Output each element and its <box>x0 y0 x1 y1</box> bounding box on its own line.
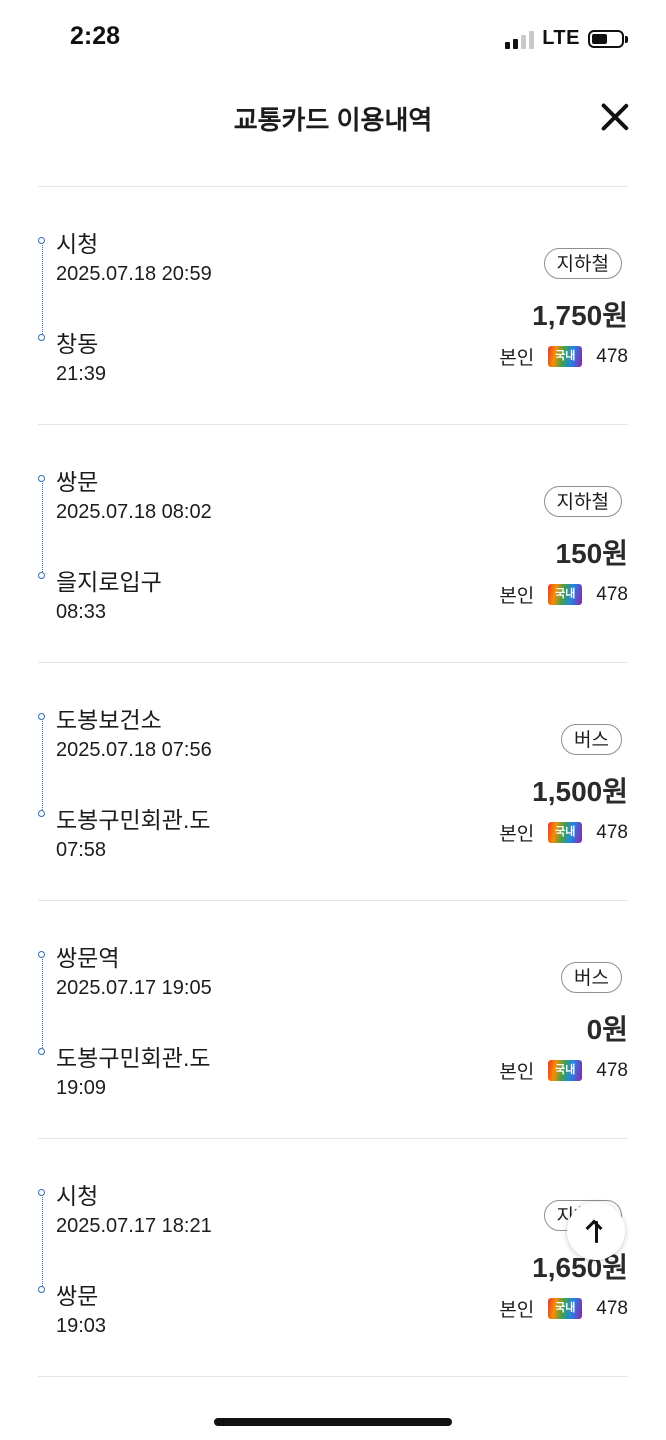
card-icon: 국내 <box>548 1060 583 1081</box>
transport-mode-badge: 지하철 <box>543 248 622 279</box>
destination-stop: 을지로입구 <box>56 569 162 595</box>
card-holder: 본인 <box>499 586 535 607</box>
trip-row[interactable]: 도봉보건소 2025.07.18 07:56 도봉구민회관.도 07:58 버스… <box>38 663 628 901</box>
origin-dot-icon <box>38 237 45 244</box>
battery-level <box>592 33 607 44</box>
scroll-to-top-button[interactable] <box>567 1202 625 1260</box>
fare-amount: 1,500원 <box>532 776 628 807</box>
card-icon: 국내 <box>548 822 583 843</box>
card-holder: 본인 <box>499 1062 535 1083</box>
transport-mode-badge: 지하철 <box>543 486 622 517</box>
card-info: 본인 국내 478 <box>499 343 628 370</box>
origin-datetime: 2025.07.18 08:02 <box>56 501 212 523</box>
card-icon: 국내 <box>548 584 583 605</box>
origin-stop: 쌍문역 <box>56 945 120 971</box>
trip-row[interactable]: 시청 2025.07.17 18:21 쌍문 19:03 지하철 1,650원 … <box>38 1139 628 1377</box>
destination-stop: 쌍문 <box>56 1283 99 1309</box>
home-indicator[interactable] <box>214 1418 452 1426</box>
route-timeline <box>38 1189 46 1293</box>
route-timeline <box>38 951 46 1055</box>
route-timeline <box>38 237 46 341</box>
trip-list: 시청 2025.07.18 20:59 창동 21:39 지하철 1,750원 … <box>38 186 628 1377</box>
route-timeline <box>38 713 46 817</box>
close-icon[interactable] <box>598 100 632 134</box>
card-icon: 국내 <box>548 1298 583 1319</box>
network-label: LTE <box>542 27 580 49</box>
destination-stop: 도봉구민회관.도 <box>56 1045 211 1071</box>
status-bar: 2:28 LTE <box>0 0 666 76</box>
header: 교통카드 이용내역 <box>0 86 666 146</box>
origin-dot-icon <box>38 1189 45 1196</box>
destination-time: 19:03 <box>56 1315 107 1337</box>
card-info: 본인 국내 478 <box>499 1057 628 1084</box>
origin-stop: 도봉보건소 <box>56 707 162 733</box>
origin-datetime: 2025.07.17 18:21 <box>56 1215 212 1237</box>
destination-time: 07:58 <box>56 839 107 861</box>
fare-amount: 150원 <box>555 538 628 569</box>
origin-dot-icon <box>38 713 45 720</box>
origin-datetime: 2025.07.18 07:56 <box>56 739 212 761</box>
destination-time: 21:39 <box>56 363 107 385</box>
card-holder: 본인 <box>499 824 535 845</box>
destination-time: 08:33 <box>56 601 107 623</box>
fare-amount: 1,750원 <box>532 300 628 331</box>
origin-datetime: 2025.07.18 20:59 <box>56 263 212 285</box>
battery-icon <box>588 29 628 48</box>
destination-dot-icon <box>38 810 45 817</box>
transport-mode-badge: 버스 <box>561 724 622 755</box>
card-holder: 본인 <box>499 1300 535 1321</box>
signal-icon <box>505 29 535 49</box>
origin-stop: 시청 <box>56 1183 99 1209</box>
origin-datetime: 2025.07.17 19:05 <box>56 977 212 999</box>
card-icon: 국내 <box>548 346 583 367</box>
destination-dot-icon <box>38 1286 45 1293</box>
page-title: 교통카드 이용내역 <box>233 105 433 135</box>
trip-row[interactable]: 시청 2025.07.18 20:59 창동 21:39 지하철 1,750원 … <box>38 187 628 425</box>
trip-row[interactable]: 쌍문역 2025.07.17 19:05 도봉구민회관.도 19:09 버스 0… <box>38 901 628 1139</box>
destination-stop: 창동 <box>56 331 99 357</box>
card-number: 478 <box>596 821 628 843</box>
origin-dot-icon <box>38 475 45 482</box>
card-number: 478 <box>596 1059 628 1081</box>
destination-dot-icon <box>38 572 45 579</box>
card-info: 본인 국내 478 <box>499 581 628 608</box>
card-holder: 본인 <box>499 348 535 369</box>
transport-mode-badge: 버스 <box>561 962 622 993</box>
destination-time: 19:09 <box>56 1077 107 1099</box>
card-number: 478 <box>596 345 628 367</box>
destination-dot-icon <box>38 334 45 341</box>
status-time: 2:28 <box>70 22 121 50</box>
origin-stop: 시청 <box>56 231 99 257</box>
status-indicators: LTE <box>505 27 628 50</box>
origin-dot-icon <box>38 951 45 958</box>
destination-dot-icon <box>38 1048 45 1055</box>
card-info: 본인 국내 478 <box>499 1295 628 1322</box>
origin-stop: 쌍문 <box>56 469 99 495</box>
card-number: 478 <box>596 583 628 605</box>
fare-amount: 0원 <box>586 1014 628 1045</box>
trip-row[interactable]: 쌍문 2025.07.18 08:02 을지로입구 08:33 지하철 150원… <box>38 425 628 663</box>
route-timeline <box>38 475 46 579</box>
card-number: 478 <box>596 1297 628 1319</box>
destination-stop: 도봉구민회관.도 <box>56 807 211 833</box>
card-info: 본인 국내 478 <box>499 819 628 846</box>
